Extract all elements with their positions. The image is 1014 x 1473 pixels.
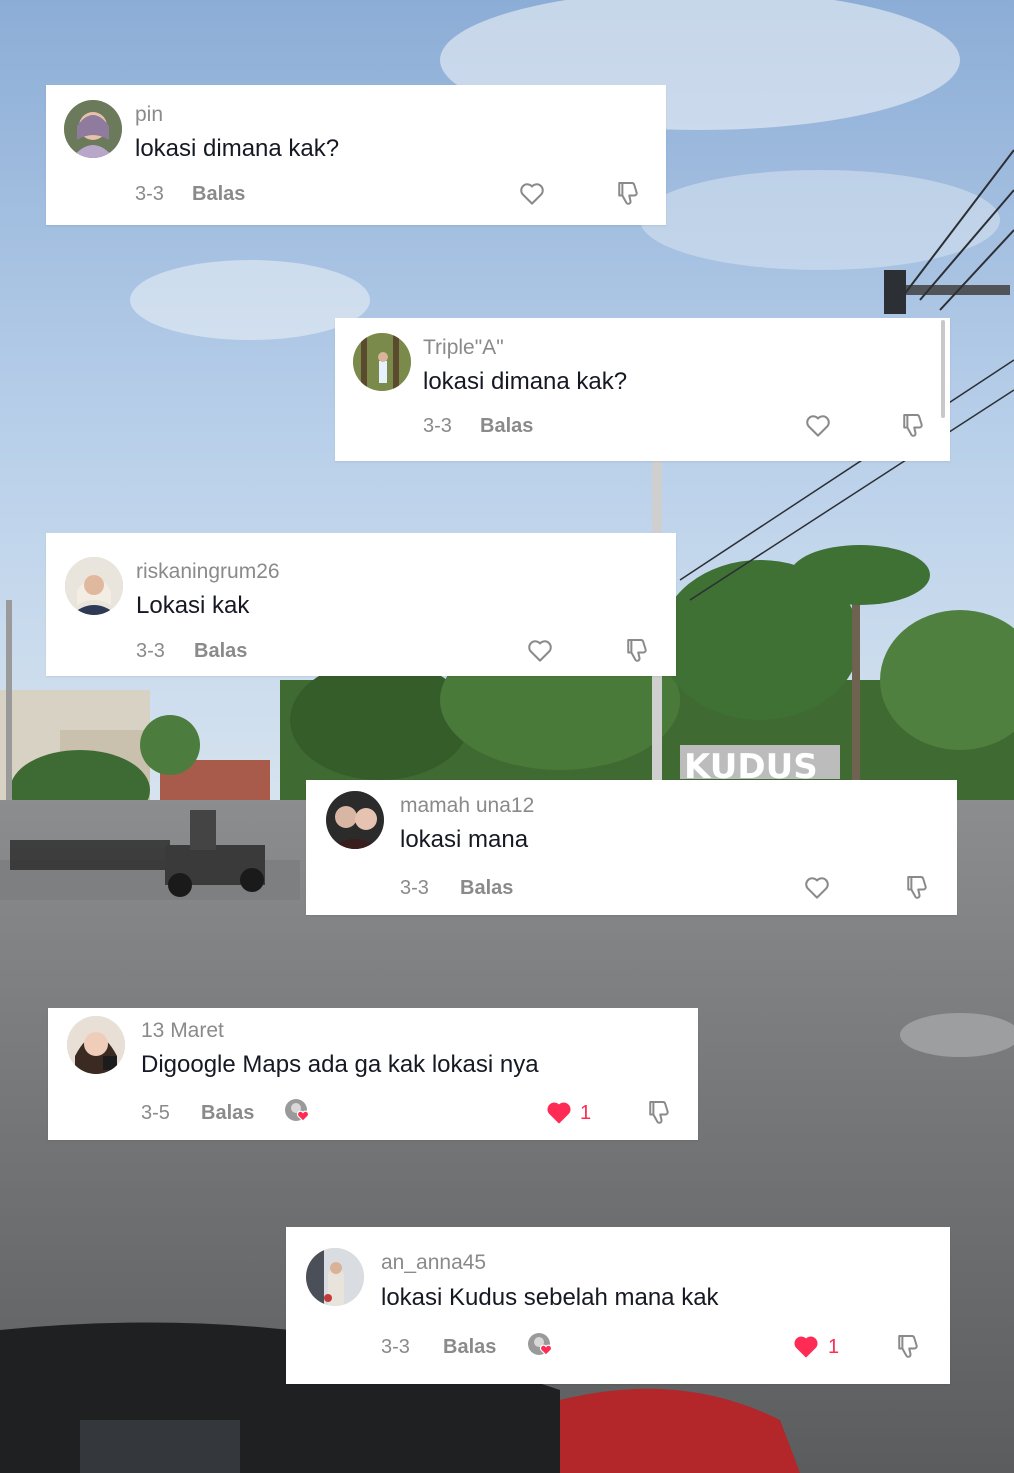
thumbs-down-icon[interactable] [902, 872, 932, 902]
heart-outline-icon[interactable] [803, 410, 833, 440]
comment-text: lokasi mana [400, 826, 529, 853]
thumbs-down-icon[interactable] [898, 410, 928, 440]
comment-card: mamah una12 lokasi mana 3-3 Balas [306, 780, 957, 915]
comment-card: pin lokasi dimana kak? 3-3 Balas [46, 85, 666, 225]
comment-card: Triple"A" lokasi dimana kak? 3-3 Balas [335, 318, 950, 461]
user-avatar[interactable] [353, 333, 411, 391]
reply-button[interactable]: Balas [480, 415, 533, 438]
comment-card: riskaningrum26 Lokasi kak 3-3 Balas [46, 533, 676, 676]
user-avatar[interactable] [64, 100, 122, 158]
like-count: 1 [580, 1102, 592, 1124]
comment-text: Digoogle Maps ada ga kak lokasi nya [141, 1051, 539, 1078]
heart-filled-icon[interactable] [791, 1331, 821, 1361]
comment-date: 3-3 [135, 183, 164, 205]
comment-card: an_anna45 lokasi Kudus sebelah mana kak … [286, 1227, 950, 1384]
creator-liked-badge-icon [284, 1098, 312, 1126]
comment-text: lokasi Kudus sebelah mana kak [381, 1284, 719, 1311]
comment-text: Lokasi kak [136, 592, 250, 619]
comment-date: 3-3 [400, 877, 429, 899]
comment-text: lokasi dimana kak? [135, 135, 340, 162]
comment-card: 13 Maret Digoogle Maps ada ga kak lokasi… [48, 1008, 698, 1140]
heart-outline-icon[interactable] [802, 872, 832, 902]
user-avatar[interactable] [326, 791, 384, 849]
comment-username[interactable]: pin [135, 103, 163, 127]
heart-filled-icon[interactable] [544, 1097, 574, 1127]
user-avatar[interactable] [306, 1248, 364, 1306]
thumbs-down-icon[interactable] [613, 178, 643, 208]
user-avatar[interactable] [67, 1016, 125, 1074]
heart-outline-icon[interactable] [517, 178, 547, 208]
user-avatar[interactable] [65, 557, 123, 615]
thumbs-down-icon[interactable] [622, 635, 652, 665]
reply-button[interactable]: Balas [460, 877, 513, 900]
comment-date: 3-3 [381, 1336, 410, 1358]
comment-username[interactable]: 13 Maret [141, 1019, 224, 1043]
creator-liked-badge-icon [527, 1332, 555, 1360]
comment-date: 3-3 [423, 415, 452, 437]
thumbs-down-icon[interactable] [893, 1331, 923, 1361]
comment-username[interactable]: riskaningrum26 [136, 560, 280, 584]
comment-text: lokasi dimana kak? [423, 368, 628, 395]
comment-username[interactable]: mamah una12 [400, 794, 534, 818]
reply-button[interactable]: Balas [201, 1102, 254, 1125]
thumbs-down-icon[interactable] [644, 1097, 674, 1127]
reply-button[interactable]: Balas [194, 640, 247, 663]
reply-button[interactable]: Balas [192, 183, 245, 206]
comment-username[interactable]: an_anna45 [381, 1251, 486, 1275]
scrollbar[interactable] [941, 320, 945, 418]
comment-username[interactable]: Triple"A" [423, 336, 504, 360]
like-count: 1 [828, 1336, 840, 1358]
comment-date: 3-5 [141, 1102, 170, 1124]
heart-outline-icon[interactable] [525, 635, 555, 665]
comment-date: 3-3 [136, 640, 165, 662]
reply-button[interactable]: Balas [443, 1336, 496, 1359]
